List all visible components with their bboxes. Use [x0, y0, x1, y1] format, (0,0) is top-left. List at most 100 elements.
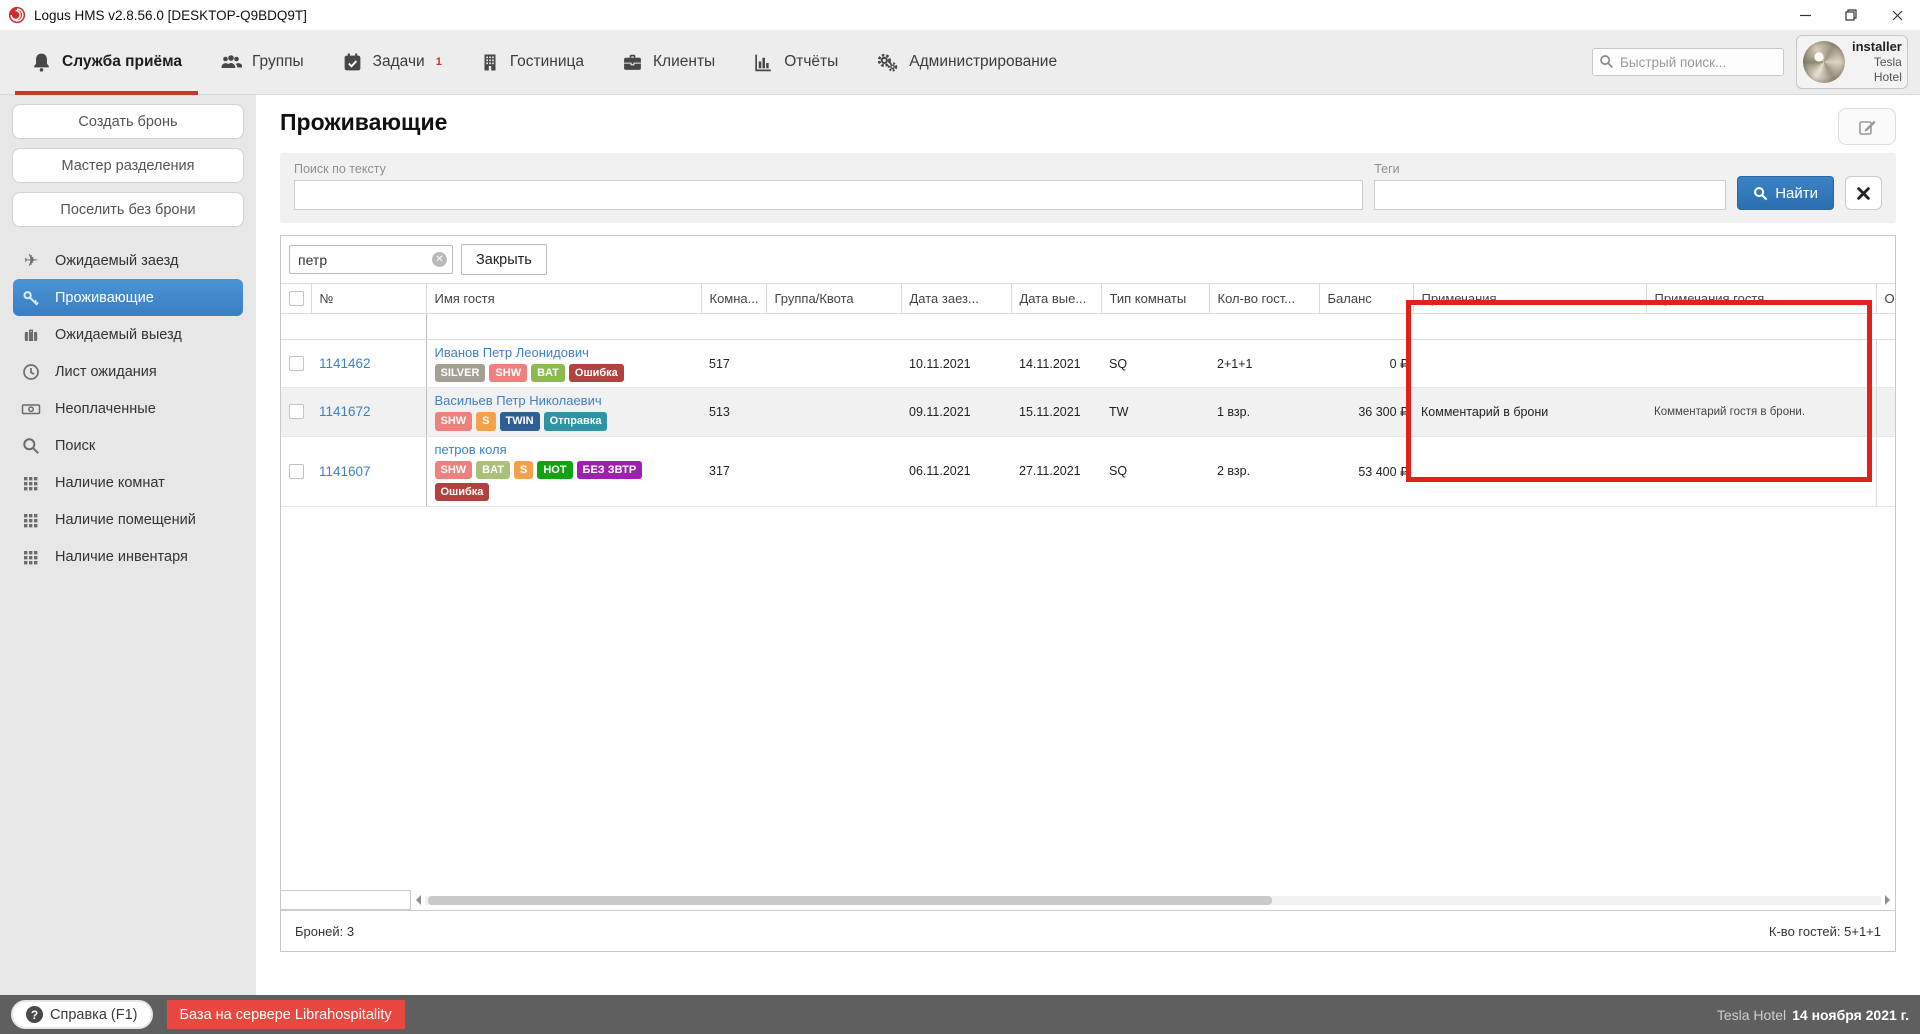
- page-title: Проживающие: [280, 109, 1896, 136]
- bar-chart-icon: [753, 52, 774, 73]
- minimize-button[interactable]: [1782, 0, 1828, 30]
- balance-cell: 0 ₽: [1319, 340, 1413, 388]
- database-server-badge[interactable]: База на сервере Librahospitality: [167, 1000, 405, 1029]
- booking-id-link[interactable]: 1141607: [319, 464, 371, 479]
- booking-id-link[interactable]: 1141462: [319, 356, 371, 371]
- sidebar-item-waiting-list[interactable]: Лист ожидания: [13, 353, 243, 390]
- tag-badge: БЕЗ ЗВТР: [577, 461, 643, 479]
- notes-cell: [1413, 340, 1646, 388]
- find-button[interactable]: Найти: [1737, 176, 1834, 210]
- scroll-right-arrow-icon[interactable]: [1885, 895, 1890, 905]
- row-checkbox[interactable]: [289, 464, 304, 479]
- close-window-button[interactable]: [1874, 0, 1920, 30]
- nav-tab-reception[interactable]: Служба приёма: [12, 30, 201, 95]
- guest-notes-cell: Комментарий гостя в брони.: [1646, 388, 1876, 436]
- sidebar-item-in-house[interactable]: Проживающие: [13, 279, 243, 316]
- checkin-without-booking-button[interactable]: Поселить без брони: [12, 192, 244, 227]
- column-header-notes[interactable]: Примечания: [1413, 284, 1646, 314]
- restore-button[interactable]: [1828, 0, 1874, 30]
- room-type-cell: TW: [1101, 388, 1209, 436]
- table-row[interactable]: 1141672 Васильев Петр Николаевич SHW S T…: [281, 388, 1895, 436]
- search-icon: [18, 437, 44, 455]
- bell-icon: [31, 52, 52, 73]
- column-header-room[interactable]: Комна...: [701, 284, 766, 314]
- column-header-group-quota[interactable]: Группа/Квота: [766, 284, 901, 314]
- column-header-departure-date[interactable]: Дата вые...: [1011, 284, 1101, 314]
- room-type-cell: SQ: [1101, 340, 1209, 388]
- building-icon: [480, 52, 500, 73]
- select-all-checkbox[interactable]: [289, 291, 304, 306]
- horizontal-scrollbar[interactable]: [411, 890, 1895, 910]
- tag-badge: SHW: [435, 412, 473, 430]
- nav-tab-label: Клиенты: [653, 53, 715, 71]
- sidebar-item-unpaid[interactable]: Неоплаченные: [13, 390, 243, 427]
- users-icon: [220, 52, 242, 73]
- tags-input[interactable]: [1374, 180, 1726, 210]
- booking-id-link[interactable]: 1141672: [319, 404, 371, 419]
- room-cell: 517: [701, 340, 766, 388]
- column-header-guest-count[interactable]: Кол-во гост...: [1209, 284, 1319, 314]
- statusbar-hotel: Tesla Hotel: [1717, 1007, 1786, 1023]
- sidebar-item-inventory-availability[interactable]: Наличие инвентаря: [13, 538, 243, 575]
- sidebar-item-premises-availability[interactable]: Наличие помещений: [13, 501, 243, 538]
- column-header-guest-name[interactable]: Имя гостя: [426, 284, 701, 314]
- guest-name-link[interactable]: петров коля: [435, 442, 694, 457]
- create-booking-button[interactable]: Создать бронь: [12, 104, 244, 139]
- nav-tab-administration[interactable]: Администрирование: [857, 30, 1076, 95]
- user-card[interactable]: installer Tesla Hotel: [1796, 35, 1908, 89]
- close-filter-button[interactable]: Закрыть: [461, 244, 547, 275]
- sidebar-item-expected-departure[interactable]: Ожидаемый выезд: [13, 316, 243, 353]
- column-header-guest-notes[interactable]: Примечания гостя: [1646, 284, 1876, 314]
- row-checkbox[interactable]: [289, 356, 304, 371]
- nav-tab-label: Отчёты: [784, 53, 838, 71]
- column-header-balance[interactable]: Баланс: [1319, 284, 1413, 314]
- guest-notes-cell: [1646, 436, 1876, 507]
- nav-tab-hotel[interactable]: Гостиница: [461, 30, 603, 95]
- search-icon: [1599, 54, 1614, 69]
- help-button[interactable]: ? Справка (F1): [11, 1000, 153, 1029]
- key-icon: [18, 289, 44, 307]
- scrollbar-track[interactable]: [425, 896, 1881, 905]
- nav-tab-groups[interactable]: Группы: [201, 30, 323, 95]
- tag-list: SHW BAT S HOT БЕЗ ЗВТР Ошибка: [435, 461, 694, 502]
- scroll-left-arrow-icon[interactable]: [416, 895, 421, 905]
- split-wizard-button[interactable]: Мастер разделения: [12, 148, 244, 183]
- row-checkbox[interactable]: [289, 404, 304, 419]
- grid-icon: [18, 548, 44, 566]
- column-header-select: [281, 284, 311, 314]
- guest-name-link[interactable]: Иванов Петр Леонидович: [435, 345, 694, 360]
- nav-tab-tasks[interactable]: Задачи1: [323, 30, 461, 95]
- quick-search-input[interactable]: [1592, 48, 1784, 76]
- edit-button[interactable]: [1838, 108, 1896, 145]
- column-header-arrival-date[interactable]: Дата заез...: [901, 284, 1011, 314]
- column-header-truncated[interactable]: Оп: [1876, 284, 1895, 314]
- table-row[interactable]: 1141607 петров коля SHW BAT S HOT БЕЗ ЗВ…: [281, 436, 1895, 507]
- sidebar-item-room-availability[interactable]: Наличие комнат: [13, 464, 243, 501]
- status-bar: ? Справка (F1) База на сервере Librahosp…: [0, 995, 1920, 1034]
- sidebar-item-expected-arrival[interactable]: ✈ Ожидаемый заезд: [13, 242, 243, 279]
- table-row[interactable]: 1141462 Иванов Петр Леонидович SILVER SH…: [281, 340, 1895, 388]
- table-footer: Броней: 3 К-во гостей: 5+1+1: [281, 910, 1895, 951]
- sidebar-item-search[interactable]: Поиск: [13, 427, 243, 464]
- table-subheader-row: [281, 314, 1895, 340]
- guest-name-link[interactable]: Васильев Петр Николаевич: [435, 393, 694, 408]
- column-header-number[interactable]: №: [311, 284, 426, 314]
- banknote-icon: [18, 400, 44, 418]
- column-header-room-type[interactable]: Тип комнаты: [1101, 284, 1209, 314]
- nav-tab-label: Гостиница: [510, 53, 584, 71]
- text-search-label: Поиск по тексту: [294, 162, 1363, 176]
- nav-tab-label: Группы: [252, 53, 304, 71]
- text-search-input[interactable]: [294, 180, 1363, 210]
- sidebar-item-label: Поиск: [55, 438, 95, 454]
- reset-filters-button[interactable]: [1845, 176, 1882, 210]
- clear-filter-icon[interactable]: ✕: [432, 252, 447, 267]
- tag-badge: SILVER: [435, 364, 486, 382]
- quick-filter-input[interactable]: [289, 245, 453, 274]
- scrollbar-thumb[interactable]: [428, 896, 1272, 905]
- arrival-cell: 09.11.2021: [901, 388, 1011, 436]
- window-title: Logus HMS v2.8.56.0 [DESKTOP-Q9BDQ9T]: [34, 8, 307, 23]
- nav-tab-clients[interactable]: Клиенты: [603, 30, 734, 95]
- avatar: [1803, 41, 1845, 83]
- plane-icon: ✈: [18, 252, 44, 269]
- nav-tab-reports[interactable]: Отчёты: [734, 30, 857, 95]
